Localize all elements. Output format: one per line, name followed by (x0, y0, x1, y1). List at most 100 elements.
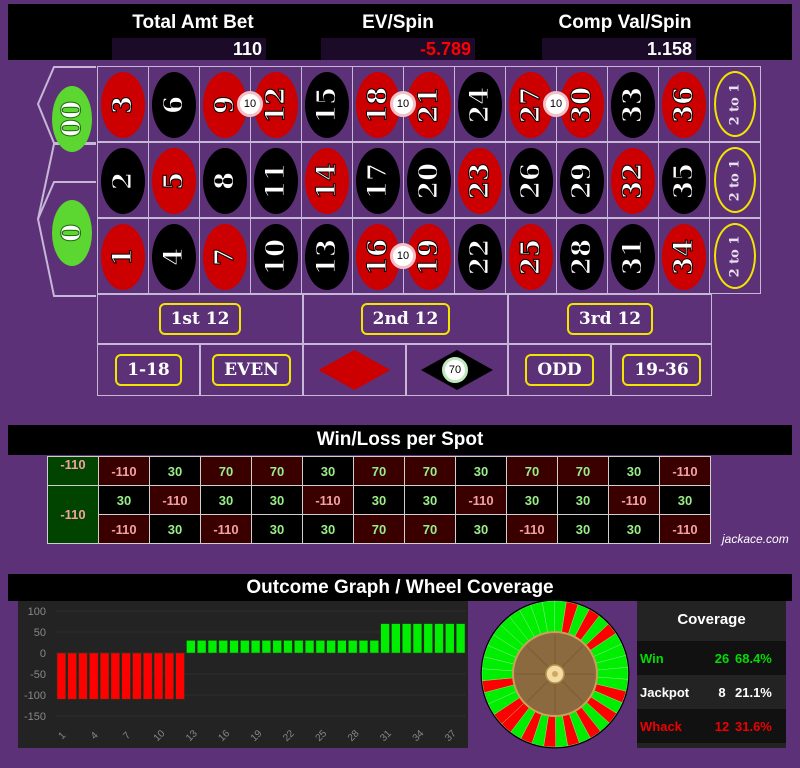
outcome-bar (380, 623, 390, 654)
number-spot[interactable]: 22 (454, 218, 506, 294)
outcome-bar (304, 640, 315, 654)
bet-even[interactable]: EVEN (200, 344, 303, 396)
red-diamond-icon (318, 350, 391, 390)
result-cell: 30 (557, 485, 609, 515)
coverage-label: Whack (640, 718, 682, 734)
bet-red[interactable] (303, 344, 406, 396)
black-number-oval: 15 (305, 72, 349, 138)
result-cell: 30 (455, 456, 507, 486)
column-bet-bottom[interactable]: 2 to 1 (709, 218, 761, 294)
bet-odd[interactable]: ODD (508, 344, 611, 396)
coverage-row-win: Win 26 68.4% (637, 641, 786, 675)
number-spot[interactable]: 31 (607, 218, 659, 294)
number-spot[interactable]: 13 (301, 218, 353, 294)
black-number-oval: 20 (407, 148, 451, 214)
y-tick-label: -150 (24, 711, 46, 723)
red-number-oval: 3 (101, 72, 145, 138)
chip[interactable]: 10 (390, 91, 416, 117)
number-spot[interactable]: 7 (199, 218, 251, 294)
result-cell: -110 (200, 514, 252, 544)
result-cell: 70 (200, 456, 252, 486)
outcome-bar (250, 640, 261, 654)
outcome-title: Outcome Graph / Wheel Coverage (8, 574, 792, 601)
chip[interactable]: 10 (237, 91, 263, 117)
result-cell: 30 (200, 485, 252, 515)
number-spot[interactable]: 10 (250, 218, 302, 294)
black-number-oval: 24 (458, 72, 502, 138)
outcome-bar (143, 652, 153, 700)
coverage-label: Jackpot (640, 684, 690, 700)
number-spot[interactable]: 2 (97, 142, 149, 218)
outcome-bar (121, 652, 131, 700)
result-cell: 70 (557, 456, 609, 486)
column-bet-middle[interactable]: 2 to 1 (709, 142, 761, 218)
number-spot[interactable]: 23 (454, 142, 506, 218)
dozen-3rd-12[interactable]: 3rd 12 (508, 294, 712, 344)
outcome-bar (434, 623, 444, 654)
number-spot[interactable]: 28 (556, 218, 608, 294)
number-spot[interactable]: 32 (607, 142, 659, 218)
outcome-bar (337, 640, 347, 654)
double-zero-spot[interactable]: 00 (52, 86, 92, 152)
number-spot[interactable]: 6 (148, 66, 200, 142)
red-number-oval: 5 (152, 148, 196, 214)
black-number-oval: 33 (611, 72, 655, 138)
x-tick-label: 25 (314, 728, 330, 744)
number-spot[interactable]: 25 (505, 218, 557, 294)
result-cell: -110 (659, 456, 711, 486)
chip[interactable]: 70 (442, 357, 468, 383)
outcome-bar (99, 652, 110, 700)
x-tick-label: 1 (57, 730, 69, 742)
number-spot[interactable]: 26 (505, 142, 557, 218)
dozen-2nd-12[interactable]: 2nd 12 (303, 294, 508, 344)
ev-spin-label: EV/Spin (362, 12, 434, 33)
number-spot[interactable]: 20 (403, 142, 455, 218)
number-spot[interactable]: 8 (199, 142, 251, 218)
chip[interactable]: 10 (390, 243, 416, 269)
number-spot[interactable]: 29 (556, 142, 608, 218)
result-cell: 30 (608, 514, 660, 544)
result-cell: 30 (608, 456, 660, 486)
bet-19-36[interactable]: 19-36 (611, 344, 712, 396)
number-spot[interactable]: 1 (97, 218, 149, 294)
result-cell: 30 (455, 514, 507, 544)
result-cell: -110 (98, 514, 150, 544)
number-spot[interactable]: 24 (454, 66, 506, 142)
number-spot[interactable]: 15 (301, 66, 353, 142)
number-spot[interactable]: 3 (97, 66, 149, 142)
number-spot[interactable]: 4 (148, 218, 200, 294)
number-spot[interactable]: 5 (148, 142, 200, 218)
y-tick-label: -100 (24, 690, 46, 702)
zero-spot[interactable]: 0 (52, 200, 92, 266)
total-amt-bet-label: Total Amt Bet (132, 12, 254, 33)
outcome-bar (358, 640, 369, 654)
number-spot[interactable]: 11 (250, 142, 302, 218)
table-row: -110 30 -110 30 30 -110 30 30 -110 30 30 -110 30 (47, 485, 711, 544)
result-cell: -110 (506, 514, 558, 544)
outcome-bar (315, 640, 325, 654)
number-spot[interactable]: 14 (301, 142, 353, 218)
coverage-label: Win (640, 650, 664, 666)
result-cell: 70 (353, 514, 405, 544)
black-number-oval: 28 (560, 224, 604, 290)
zero-area: 00 0 (36, 66, 98, 297)
number-spot[interactable]: 35 (658, 142, 710, 218)
bet-black[interactable]: 70 (406, 344, 508, 396)
win-loss-table: -110 -110 30 70 70 30 70 70 30 70 70 30 -110 -110 30 -1… (47, 456, 711, 544)
credit-link[interactable]: jackace.com (722, 532, 789, 546)
number-spot[interactable]: 36 (658, 66, 710, 142)
bet-1-18[interactable]: 1-18 (97, 344, 200, 396)
dozen-1st-12[interactable]: 1st 12 (97, 294, 303, 344)
outcome-bar (391, 623, 401, 654)
result-cell: 30 (557, 514, 609, 544)
number-spot[interactable]: 33 (607, 66, 659, 142)
column-bet-top[interactable]: 2 to 1 (709, 66, 761, 142)
double-zero-result: -110 (47, 456, 99, 486)
win-loss-title: Win/Loss per Spot (8, 425, 792, 455)
black-number-oval: 11 (254, 148, 298, 214)
chip[interactable]: 10 (543, 91, 569, 117)
outcome-bar (229, 640, 239, 654)
number-spot[interactable]: 17 (352, 142, 404, 218)
number-spot[interactable]: 34 (658, 218, 710, 294)
black-number-oval: 22 (458, 224, 502, 290)
